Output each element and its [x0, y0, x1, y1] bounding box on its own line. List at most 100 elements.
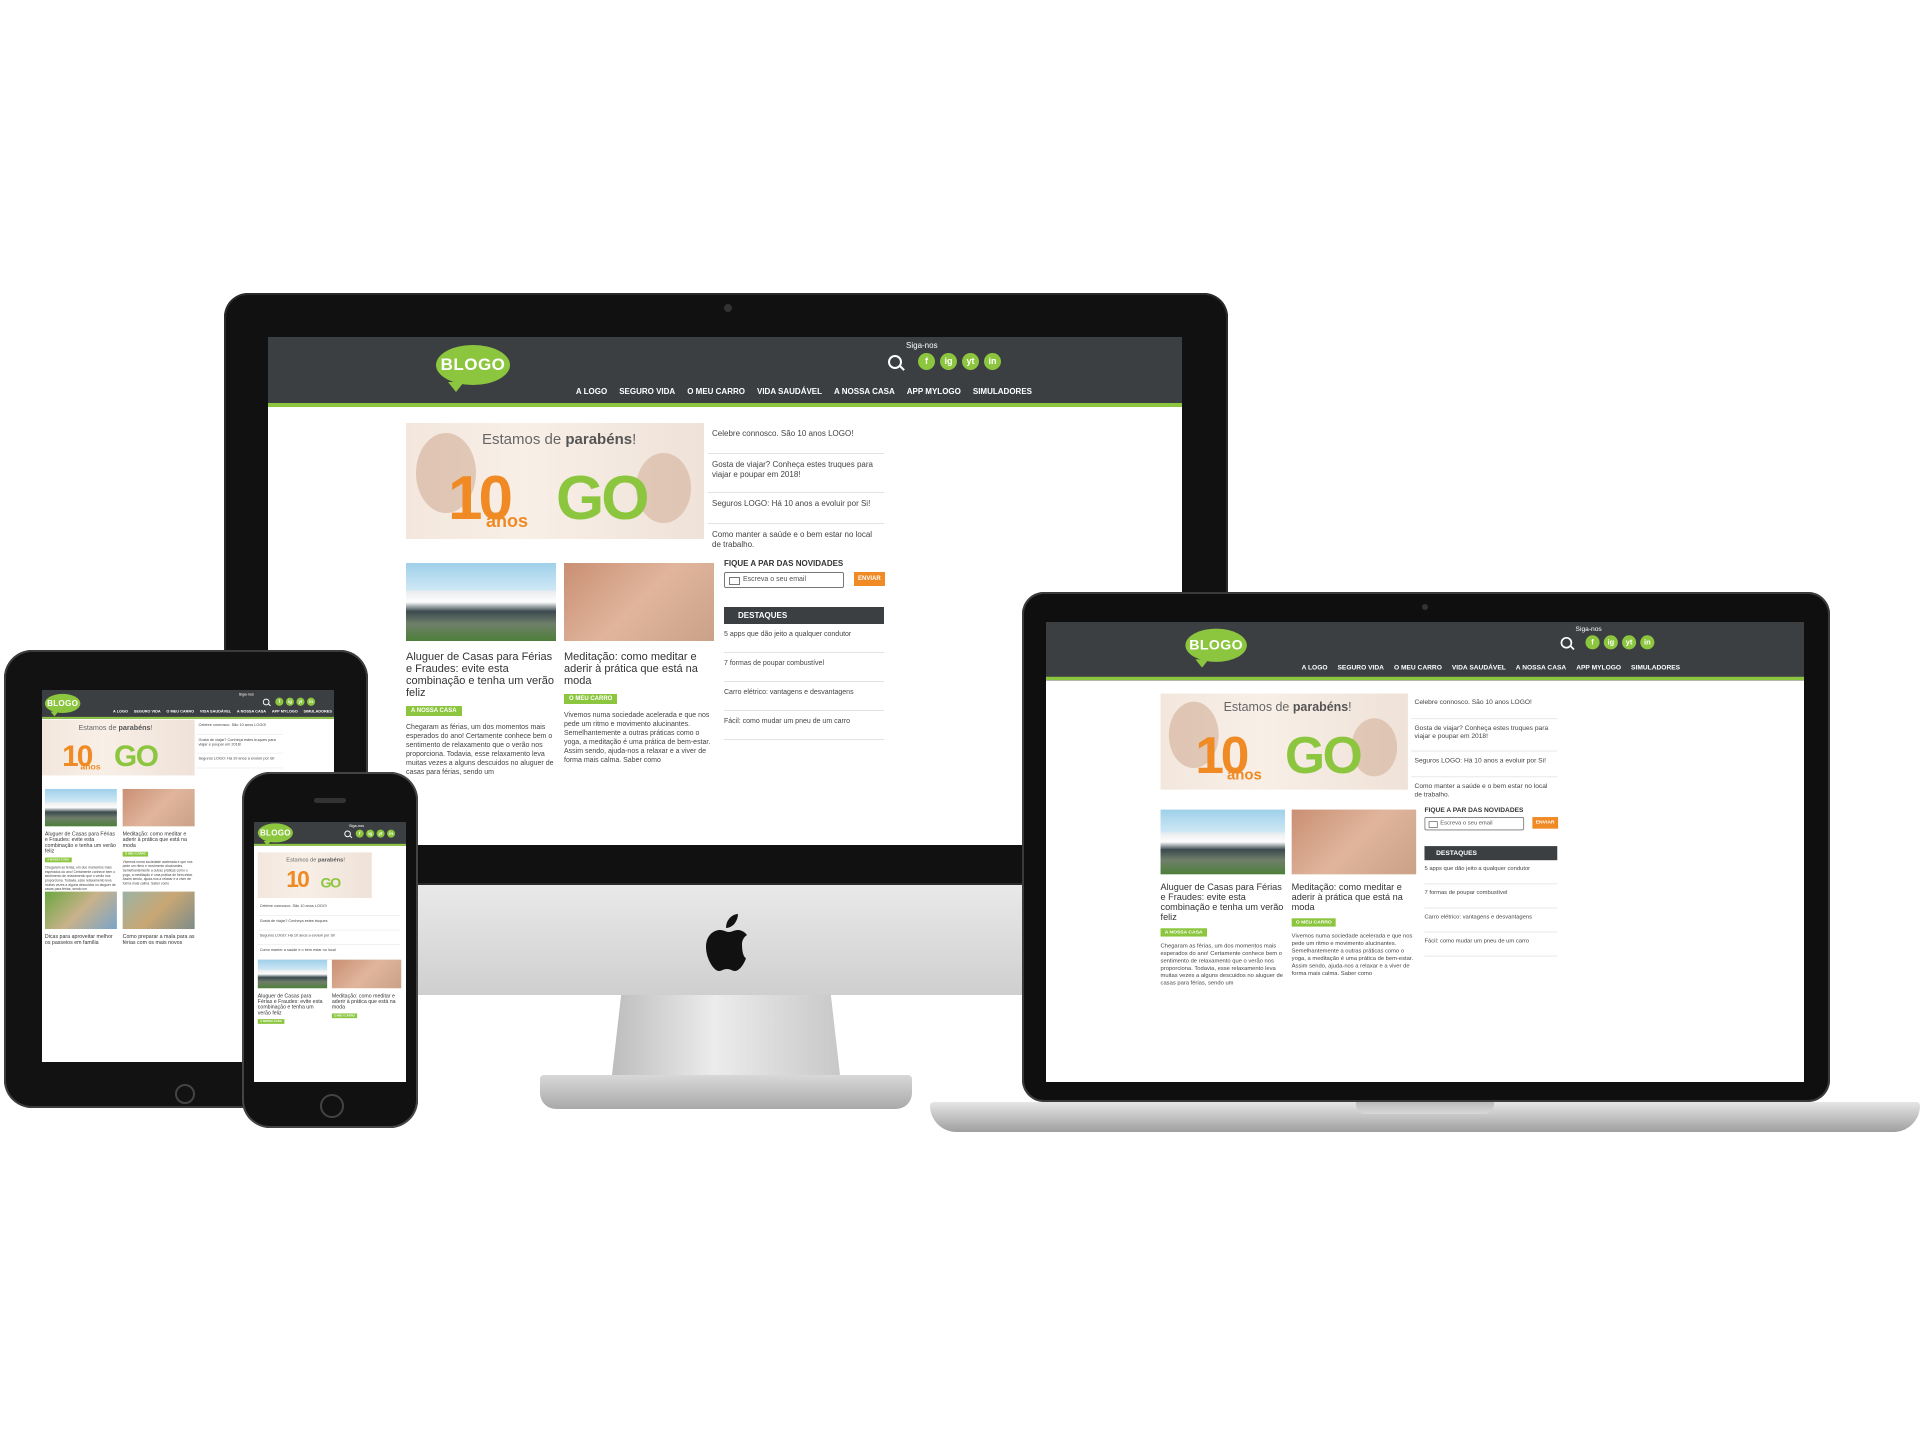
article-card[interactable]: Meditação: como meditar e aderir à práti…: [564, 563, 714, 765]
article-tag[interactable]: A NOSSA CASA: [257, 1019, 285, 1024]
nav-seguro-vida[interactable]: SEGURO VIDA: [1337, 664, 1383, 671]
search-icon[interactable]: [1560, 636, 1573, 649]
facebook-icon[interactable]: f: [918, 353, 935, 370]
article-title[interactable]: Meditação: como meditar e aderir à práti…: [1292, 883, 1417, 913]
nav-a-nossa-casa[interactable]: A NOSSA CASA: [834, 387, 895, 396]
nav-simuladores[interactable]: SIMULADORES: [1631, 664, 1680, 671]
featured-link[interactable]: Seguros LOGO: Há 10 anos a evoluir por S…: [1411, 751, 1558, 778]
article-card[interactable]: Aluguer de Casas para Férias e Fraudes: …: [44, 788, 117, 892]
article-title[interactable]: Meditação: como meditar e aderir à práti…: [332, 993, 401, 1010]
article-tag[interactable]: A NOSSA CASA: [406, 706, 462, 716]
blogo-logo[interactable]: BLOGO: [1185, 628, 1247, 668]
facebook-icon[interactable]: f: [355, 829, 364, 838]
blogo-logo[interactable]: BLOGO: [436, 345, 510, 392]
featured-link[interactable]: Seguros LOGO: Há 10 anos a evoluir por S…: [257, 930, 401, 946]
article-title[interactable]: Aluguer de Casas para Férias e Fraudes: …: [45, 831, 117, 854]
nav-seguro-vida[interactable]: SEGURO VIDA: [134, 709, 161, 713]
featured-link[interactable]: Seguros LOGO: Há 10 anos a evoluir por S…: [708, 493, 884, 524]
search-icon[interactable]: [344, 830, 351, 838]
linkedin-icon[interactable]: in: [984, 353, 1001, 370]
nav-vida-saudavel[interactable]: VIDA SAUDÁVEL: [200, 709, 231, 713]
linkedin-icon[interactable]: in: [306, 697, 316, 706]
anniversary-banner[interactable]: Estamos de parabéns! 10 GO anos: [42, 719, 195, 776]
featured-link[interactable]: Gosta de viajar? Conheça estes truques p…: [196, 735, 283, 754]
nav-app-mylogo[interactable]: APP MYLOGO: [907, 387, 961, 396]
article-tag[interactable]: O MEU CARRO: [564, 694, 618, 704]
destaque-item[interactable]: Carro elétrico: vantagens e desvantagens: [724, 682, 884, 711]
nav-simuladores[interactable]: SIMULADORES: [973, 387, 1032, 396]
facebook-icon[interactable]: f: [275, 697, 284, 706]
article-title[interactable]: Meditação: como meditar e aderir à práti…: [123, 831, 195, 848]
destaque-item[interactable]: 7 formas de poupar combustível: [724, 653, 884, 682]
featured-link[interactable]: Celebre connosco. São 10 anos LOGO!: [1411, 693, 1558, 720]
featured-link[interactable]: Gosta de viajar? Conheça estes truques p…: [1411, 719, 1558, 752]
featured-link[interactable]: Celebre connosco. São 10 anos LOGO!: [257, 901, 401, 916]
article-card[interactable]: Dicas para aproveitar melhor os passeios…: [44, 891, 117, 946]
destaque-item[interactable]: Fácil: como mudar um pneu de um carro: [1424, 932, 1558, 957]
nav-vida-saudavel[interactable]: VIDA SAUDÁVEL: [757, 387, 822, 396]
instagram-icon[interactable]: ig: [366, 829, 375, 838]
featured-link[interactable]: Celebre connosco. São 10 anos LOGO!: [708, 423, 884, 454]
article-title[interactable]: Aluguer de Casas para Férias e Fraudes: …: [406, 651, 556, 699]
featured-link[interactable]: Seguros LOGO: Há 10 anos a evoluir por S…: [196, 753, 283, 769]
send-button[interactable]: ENVIAR: [1532, 817, 1558, 829]
article-card[interactable]: Aluguer de Casas para Férias e Fraudes: …: [257, 959, 328, 1025]
article-card[interactable]: Como preparar a mala para as férias com …: [122, 891, 195, 946]
nav-a-logo[interactable]: A LOGO: [576, 387, 607, 396]
email-field[interactable]: Escreva o seu email: [724, 572, 844, 588]
nav-vida-saudavel[interactable]: VIDA SAUDÁVEL: [1452, 664, 1506, 671]
article-card[interactable]: Meditação: como meditar e aderir à práti…: [1291, 809, 1417, 978]
youtube-icon[interactable]: yt: [376, 829, 385, 838]
nav-app-mylogo[interactable]: APP MYLOGO: [1576, 664, 1621, 671]
article-title[interactable]: Meditação: como meditar e aderir à práti…: [564, 651, 714, 687]
anniversary-banner[interactable]: Estamos de parabéns! 10 GO anos: [1160, 693, 1408, 790]
nav-simuladores[interactable]: SIMULADORES: [304, 709, 332, 713]
youtube-icon[interactable]: yt: [1622, 635, 1637, 650]
nav-a-logo[interactable]: A LOGO: [1302, 664, 1328, 671]
article-card[interactable]: Meditação: como meditar e aderir à práti…: [331, 959, 402, 1019]
search-icon[interactable]: [262, 698, 270, 706]
nav-a-logo[interactable]: A LOGO: [113, 709, 128, 713]
nav-o-meu-carro[interactable]: O MEU CARRO: [1394, 664, 1442, 671]
nav-a-nossa-casa[interactable]: A NOSSA CASA: [237, 709, 266, 713]
blogo-logo[interactable]: BLOGO: [257, 823, 293, 846]
blogo-logo[interactable]: BLOGO: [44, 693, 81, 717]
anniversary-banner[interactable]: Estamos de parabéns! 10 GO: [257, 852, 372, 898]
search-icon[interactable]: [888, 355, 902, 369]
article-title[interactable]: Como preparar a mala para as férias com …: [123, 934, 195, 946]
destaque-item[interactable]: 5 apps que dão jeito a qualquer condutor: [1424, 860, 1558, 885]
instagram-icon[interactable]: ig: [1603, 635, 1618, 650]
article-tag[interactable]: O MEU CARRO: [1291, 918, 1336, 927]
destaque-item[interactable]: Carro elétrico: vantagens e desvantagens: [1424, 908, 1558, 933]
article-card[interactable]: Aluguer de Casas para Férias e Fraudes: …: [1160, 809, 1286, 988]
nav-o-meu-carro[interactable]: O MEU CARRO: [166, 709, 194, 713]
featured-link[interactable]: Celebre connosco. São 10 anos LOGO!: [196, 720, 283, 735]
featured-link[interactable]: Como manter a saúde e o bem estar no loc…: [257, 945, 401, 960]
linkedin-icon[interactable]: in: [387, 829, 396, 838]
nav-o-meu-carro[interactable]: O MEU CARRO: [687, 387, 745, 396]
featured-link[interactable]: Como manter a saúde e o bem estar no loc…: [708, 524, 884, 562]
linkedin-icon[interactable]: in: [1640, 635, 1655, 650]
destaque-item[interactable]: 7 formas de poupar combustível: [1424, 884, 1558, 909]
nav-seguro-vida[interactable]: SEGURO VIDA: [619, 387, 675, 396]
youtube-icon[interactable]: yt: [962, 353, 979, 370]
featured-link[interactable]: Gosta de viajar? Conheça estes truques p…: [708, 454, 884, 493]
featured-link[interactable]: Gosta de viajar? Conheça estes truques: [257, 916, 401, 931]
article-tag[interactable]: O MEU CARRO: [331, 1013, 358, 1019]
instagram-icon[interactable]: ig: [940, 353, 957, 370]
article-tag[interactable]: O MEU CARRO: [122, 851, 149, 857]
article-tag[interactable]: A NOSSA CASA: [1160, 928, 1207, 937]
instagram-icon[interactable]: ig: [285, 697, 294, 706]
article-card[interactable]: Aluguer de Casas para Férias e Fraudes: …: [406, 563, 556, 777]
facebook-icon[interactable]: f: [1585, 635, 1600, 650]
nav-a-nossa-casa[interactable]: A NOSSA CASA: [1516, 664, 1566, 671]
article-title[interactable]: Dicas para aproveitar melhor os passeios…: [45, 934, 117, 946]
youtube-icon[interactable]: yt: [296, 697, 305, 706]
article-tag[interactable]: A NOSSA CASA: [44, 857, 72, 863]
nav-app-mylogo[interactable]: APP MYLOGO: [272, 709, 298, 713]
anniversary-banner[interactable]: Estamos de parabéns! 10 GO anos: [406, 423, 704, 539]
featured-link[interactable]: Como manter a saúde e o bem estar no loc…: [1411, 777, 1557, 809]
article-title[interactable]: Aluguer de Casas para Férias e Fraudes: …: [1161, 883, 1286, 923]
email-field[interactable]: Escreva o seu email: [1424, 817, 1525, 831]
destaque-item[interactable]: 5 apps que dão jeito a qualquer condutor: [724, 624, 884, 653]
